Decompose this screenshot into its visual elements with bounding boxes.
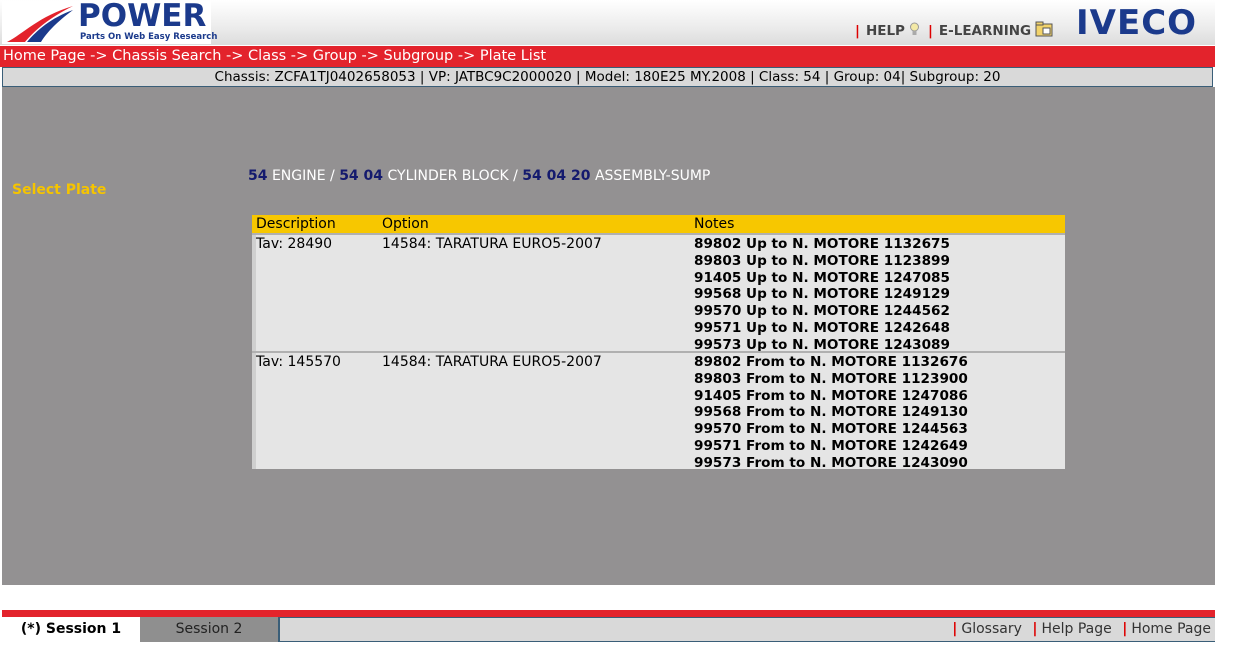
session-divider	[2, 610, 1215, 617]
note-line: 99570 From to N. MOTORE 1244563	[694, 421, 968, 438]
tab-session-2[interactable]: Session 2	[140, 617, 280, 642]
logo-tagline: Parts On Web Easy Research	[80, 32, 218, 42]
group-code: 54 04	[339, 168, 384, 184]
help-page-link[interactable]: Help Page	[1041, 621, 1111, 637]
logo-text: POWER	[78, 0, 207, 34]
select-plate-label: Select Plate	[12, 182, 107, 198]
note-line: 99568 From to N. MOTORE 1249130	[694, 404, 968, 421]
separator: |	[927, 23, 933, 39]
separator: |	[1032, 621, 1038, 637]
top-links: | HELP | E-LEARNING	[855, 21, 1061, 39]
header-description: Description	[256, 216, 336, 232]
help-link[interactable]: HELP	[866, 23, 905, 39]
table-header: Description Option Notes	[252, 215, 1065, 233]
row-option: 14584: TARATURA EURO5-2007	[382, 236, 602, 252]
top-header: POWER Parts On Web Easy Research | HELP | E…	[0, 0, 1215, 45]
breadcrumb-text[interactable]: Home Page -> Chassis Search -> Class -> …	[0, 48, 546, 64]
group-name: CYLINDER BLOCK	[387, 168, 509, 184]
plate-table: Description Option Notes Tav: 28490 1458…	[252, 215, 1065, 472]
lightbulb-icon[interactable]	[909, 22, 920, 37]
class-code: 54	[248, 168, 268, 184]
tab-session-1[interactable]: (*) Session 1	[2, 617, 140, 642]
header-option: Option	[382, 216, 429, 232]
note-line: 91405 From to N. MOTORE 1247086	[694, 387, 968, 404]
note-line: 99570 Up to N. MOTORE 1244562	[694, 303, 950, 320]
elearning-icon[interactable]	[1035, 21, 1053, 37]
main-panel: Select Plate 54 ENGINE / 54 04 CYLINDER …	[2, 87, 1215, 585]
path-separator: /	[330, 168, 335, 184]
row-option: 14584: TARATURA EURO5-2007	[382, 354, 602, 370]
chassis-info: Chassis: ZCFA1TJ0402658053 | VP: JATBC9C…	[214, 69, 1001, 85]
glossary-link[interactable]: Glossary	[961, 621, 1022, 637]
row-description[interactable]: Tav: 28490	[256, 236, 332, 252]
iveco-logo: IVECO	[1076, 3, 1198, 43]
chassis-info-bar: Chassis: ZCFA1TJ0402658053 | VP: JATBC9C…	[2, 67, 1213, 87]
swoosh-icon	[7, 6, 73, 42]
plate-path: 54 ENGINE / 54 04 CYLINDER BLOCK / 54 04…	[248, 168, 710, 184]
note-line: 99571 Up to N. MOTORE 1242648	[694, 319, 950, 336]
home-page-link[interactable]: Home Page	[1131, 621, 1211, 637]
note-line: 99568 Up to N. MOTORE 1249129	[694, 286, 950, 303]
row-notes: 89802 From to N. MOTORE 1132676 89803 Fr…	[694, 354, 968, 472]
note-line: 89803 From to N. MOTORE 1123900	[694, 370, 968, 387]
note-line: 91405 Up to N. MOTORE 1247085	[694, 269, 950, 286]
header-notes: Notes	[694, 216, 735, 232]
subgroup-code: 54 04 20	[522, 168, 591, 184]
separator: |	[855, 23, 860, 39]
note-line: 99573 From to N. MOTORE 1243090	[694, 454, 968, 471]
table-row[interactable]: Tav: 145570 14584: TARATURA EURO5-2007 8…	[252, 351, 1065, 472]
row-notes: 89802 Up to N. MOTORE 1132675 89803 Up t…	[694, 236, 950, 354]
subgroup-name: ASSEMBLY-SUMP	[594, 168, 711, 184]
row-description[interactable]: Tav: 145570	[256, 354, 341, 370]
separator: |	[952, 621, 958, 637]
power-logo[interactable]: POWER Parts On Web Easy Research	[2, 0, 217, 44]
separator: |	[1122, 621, 1128, 637]
session-bar: (*) Session 1 Session 2 | Glossary | Help …	[2, 617, 1215, 642]
breadcrumb[interactable]: Home Page -> Chassis Search -> Class -> …	[0, 46, 1215, 67]
path-separator: /	[513, 168, 518, 184]
note-line: 89802 Up to N. MOTORE 1132675	[694, 236, 950, 252]
note-line: 99571 From to N. MOTORE 1242649	[694, 437, 968, 454]
note-line: 89803 Up to N. MOTORE 1123899	[694, 252, 950, 269]
class-name: ENGINE	[271, 168, 326, 184]
elearning-link[interactable]: E-LEARNING	[939, 23, 1031, 39]
footer-links: | Glossary | Help Page | Home Page	[946, 617, 1211, 642]
table-row[interactable]: Tav: 28490 14584: TARATURA EURO5-2007 89…	[252, 233, 1065, 354]
note-line: 89802 From to N. MOTORE 1132676	[694, 354, 968, 370]
